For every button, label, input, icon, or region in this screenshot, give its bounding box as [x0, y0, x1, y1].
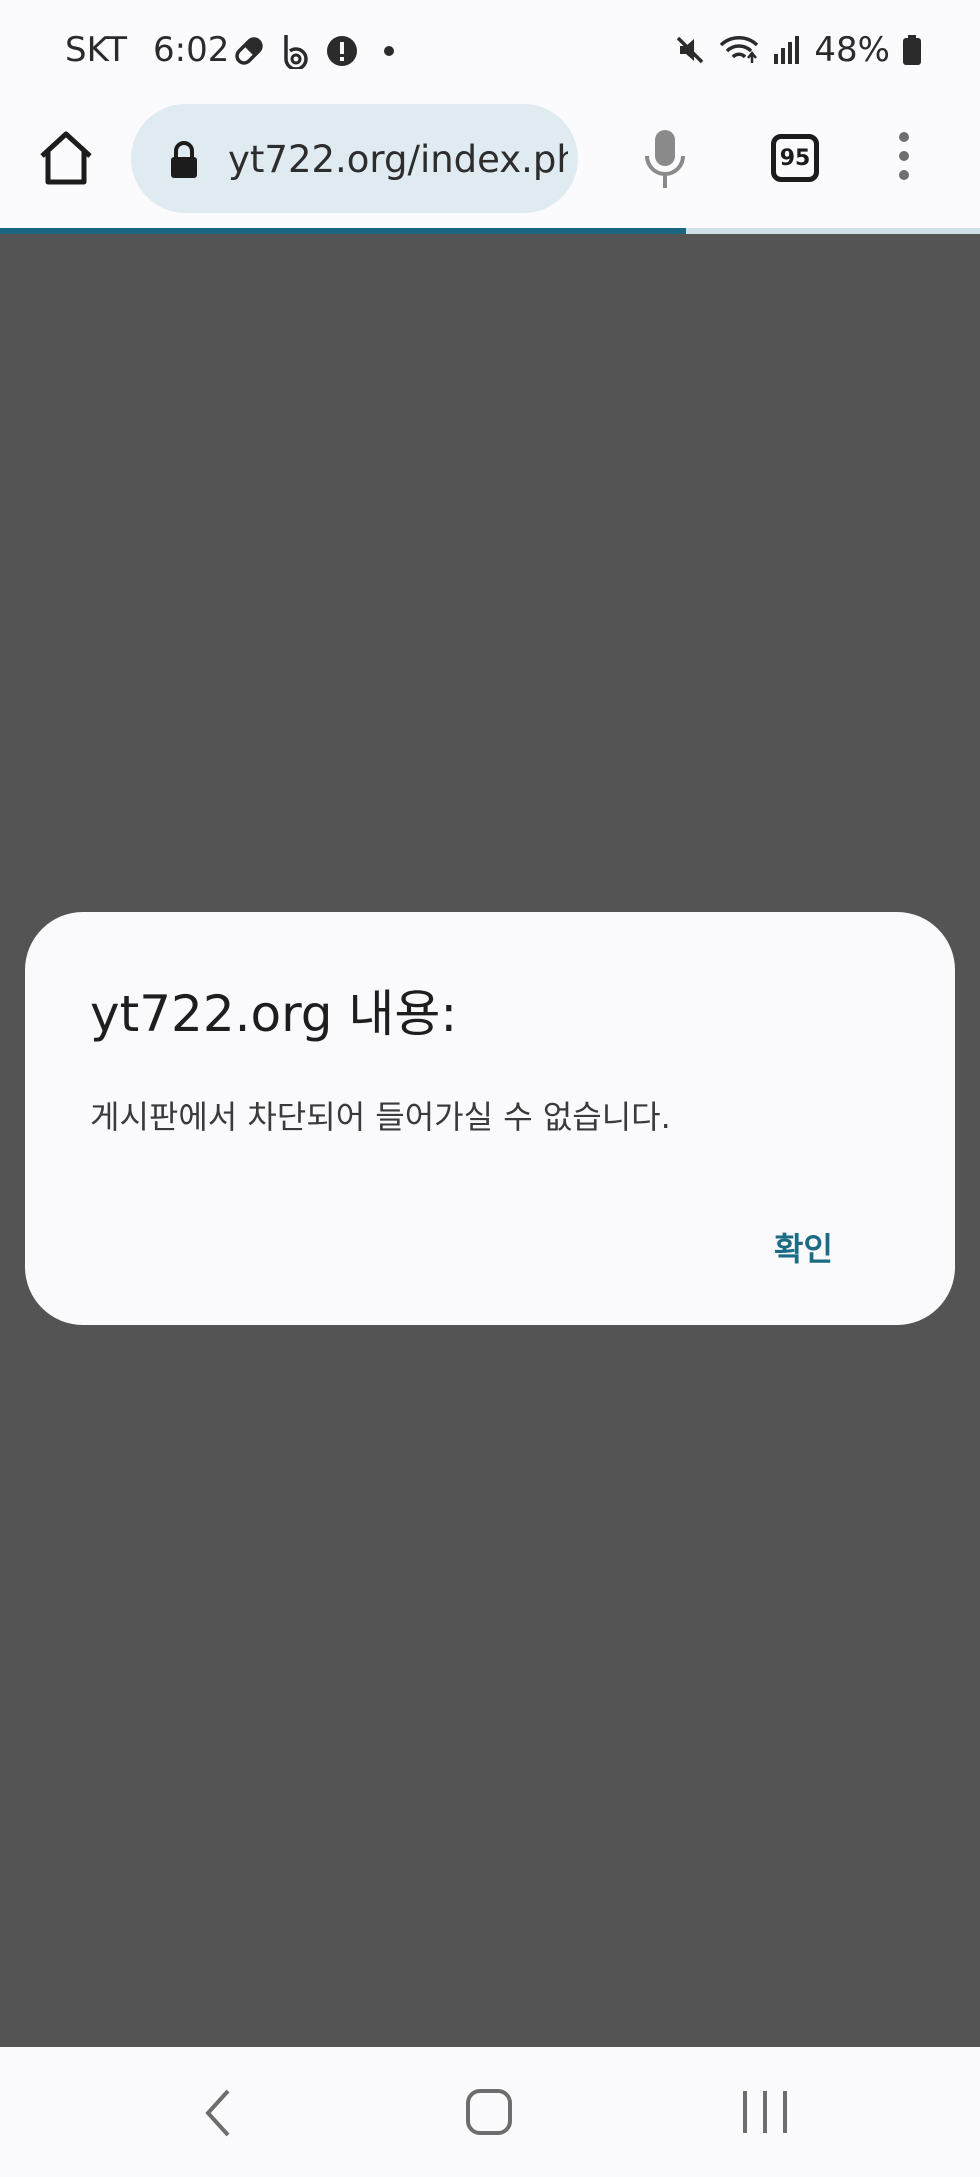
notification-icons — [232, 33, 394, 69]
alert-dialog: yt722.org 내용: 게시판에서 차단되어 들어가실 수 없습니다. 확인 — [25, 912, 955, 1325]
pill-icon — [235, 37, 263, 65]
status-bar: SKT 6:02 48% — [0, 0, 980, 100]
url-text[interactable]: yt722.org/index.ph — [228, 138, 568, 181]
mute-icon — [677, 36, 704, 64]
tab-count: 95 — [779, 145, 811, 171]
battery-icon — [903, 35, 921, 65]
alert-icon — [327, 36, 357, 66]
more-menu-icon[interactable] — [892, 132, 916, 188]
wifi-icon — [720, 36, 759, 63]
screen: SKT 6:02 48% yt722.org/index.ph 95 yt722… — [0, 0, 980, 2177]
microphone-icon[interactable] — [640, 128, 690, 190]
home-nav-icon[interactable] — [466, 2089, 512, 2135]
browser-toolbar: yt722.org/index.ph 95 — [0, 100, 980, 228]
dialog-message: 게시판에서 차단되어 들어가실 수 없습니다. — [90, 1098, 671, 1136]
carrier-label: SKT — [65, 30, 128, 70]
navigation-bar — [0, 2047, 980, 2177]
dialog-title: yt722.org 내용: — [90, 985, 458, 1043]
home-icon[interactable] — [36, 128, 96, 188]
clock: 6:02 — [153, 30, 230, 70]
back-icon[interactable] — [200, 2087, 236, 2139]
dot-icon — [384, 46, 394, 56]
ok-button[interactable]: 확인 — [774, 1224, 833, 1270]
tab-switcher-button[interactable]: 95 — [771, 134, 819, 182]
lock-icon — [171, 141, 197, 178]
address-bar[interactable]: yt722.org/index.ph — [131, 104, 578, 213]
system-icons: 48% — [674, 30, 922, 70]
battery-percent: 48% — [814, 30, 890, 70]
b-app-icon — [284, 35, 308, 69]
signal-icon — [774, 36, 800, 64]
recents-icon[interactable] — [743, 2091, 787, 2133]
